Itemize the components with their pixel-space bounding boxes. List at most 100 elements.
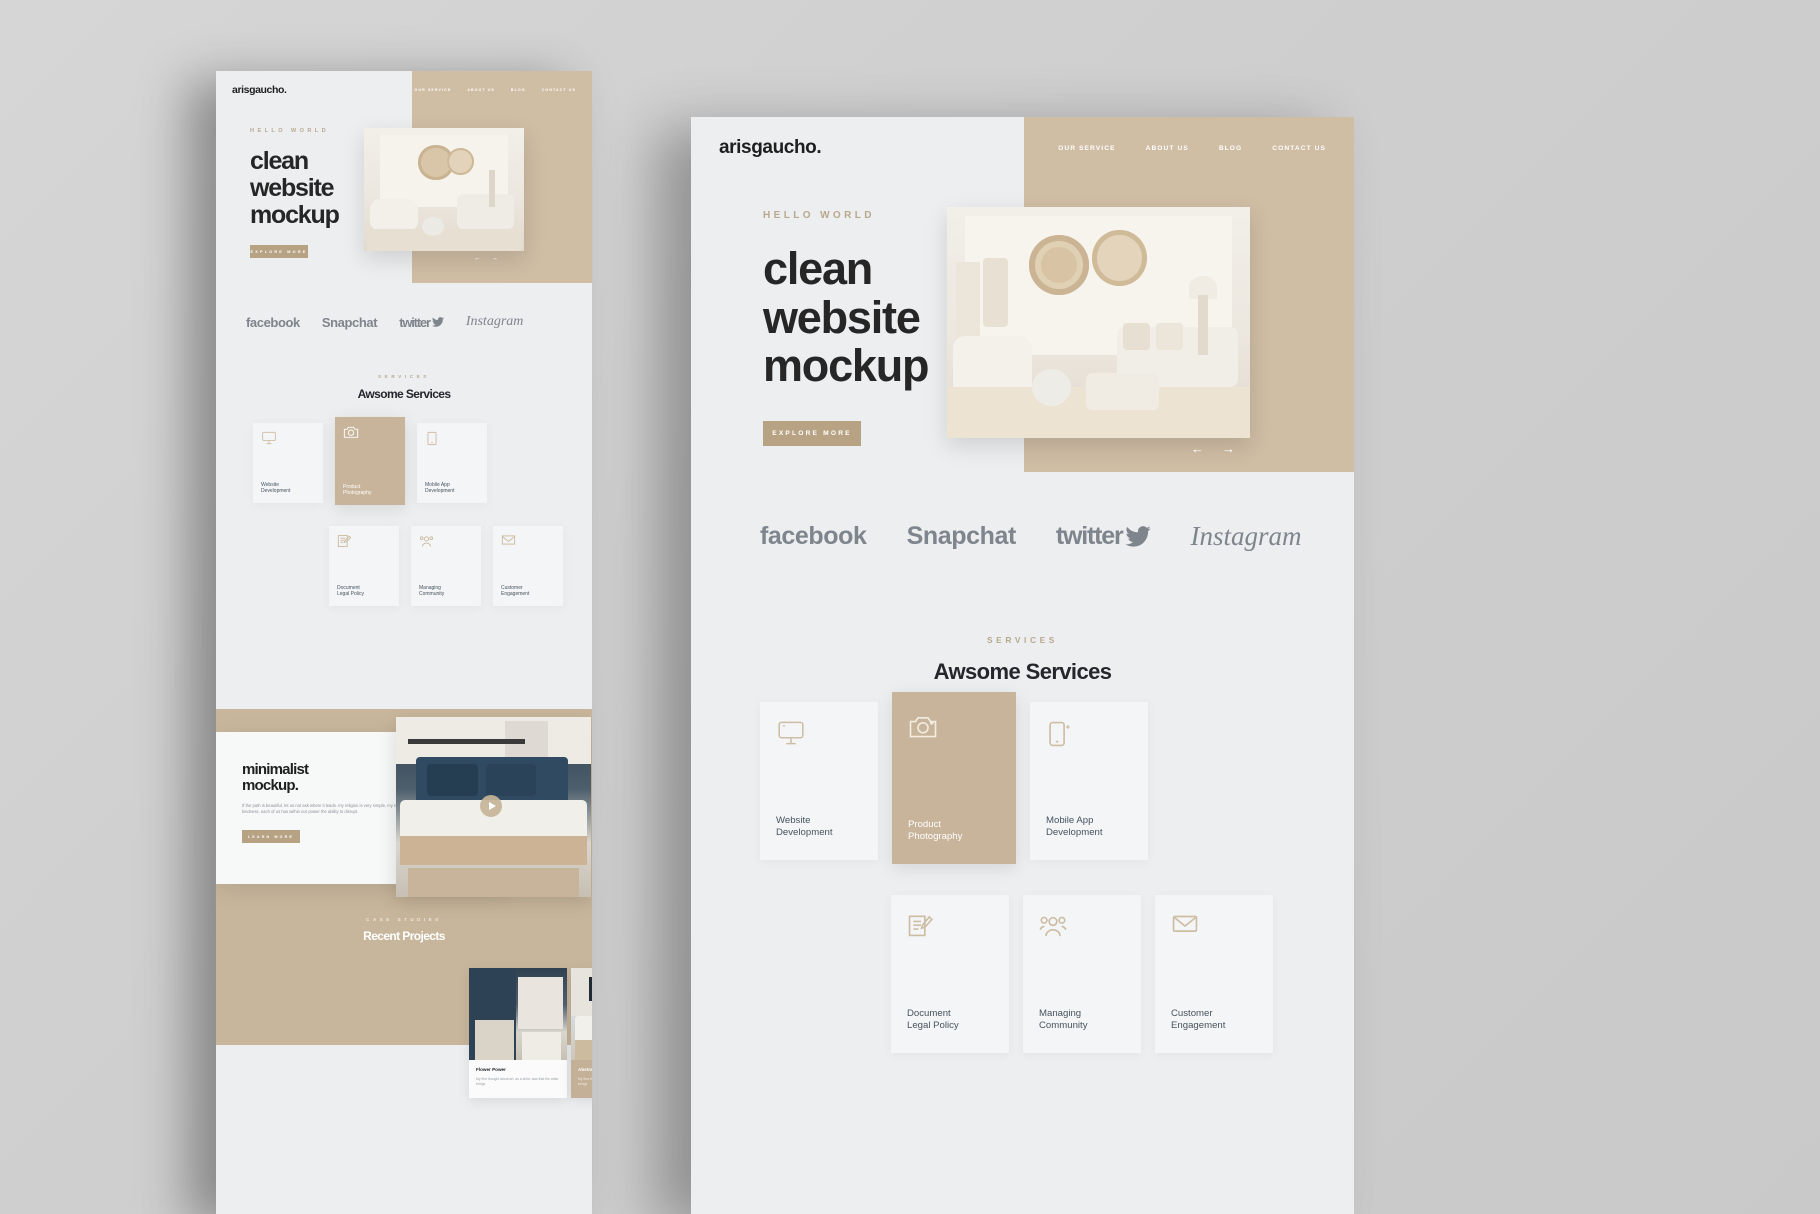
hero-eyebrow-large: HELLO WORLD	[763, 210, 875, 221]
social-instagram-large[interactable]: Instagram	[1191, 521, 1302, 552]
hero-photo-large	[947, 207, 1250, 438]
social-instagram[interactable]: Instagram	[466, 314, 524, 330]
hero-photo-image-large	[947, 207, 1250, 438]
service-label-line-2: Engagement	[1171, 1020, 1226, 1032]
service-label-line-2: Development	[1046, 827, 1103, 839]
community-icon	[419, 534, 473, 548]
mobile-icon-large	[1046, 720, 1132, 748]
projects-eyebrow-small: CASE STUDIES	[366, 917, 442, 922]
social-twitter-label: twitter	[399, 314, 431, 330]
service-card-label: Website Development	[261, 482, 315, 495]
project-thumbnail	[469, 968, 567, 1060]
logo[interactable]: arisgaucho.	[232, 84, 287, 96]
camera-icon-large	[908, 714, 1000, 739]
nav-item-contact-us-large[interactable]: CONTACT US	[1272, 145, 1326, 152]
service-card-document-legal-policy-large[interactable]: Document Legal Policy	[891, 895, 1009, 1053]
service-card-product-photography-large[interactable]: Product Photography	[892, 692, 1016, 864]
carousel-next-arrow-icon-large[interactable]: →	[1222, 442, 1235, 455]
service-label-line-1: Mobile App	[1046, 814, 1094, 826]
carousel-prev-arrow-icon[interactable]: ←	[474, 255, 481, 262]
service-label-line-1: Managing	[1039, 1007, 1082, 1019]
service-label-line-1: Mobile App	[425, 481, 450, 488]
service-label-line-1: Website	[776, 814, 811, 826]
service-card-website-development[interactable]: Website Development	[253, 423, 323, 503]
twitter-bird-icon-large	[1124, 526, 1151, 547]
social-facebook-large[interactable]: facebook	[760, 522, 867, 551]
services-row-2-small: Document Legal Policy Managing Community…	[329, 526, 563, 606]
service-card-product-photography[interactable]: Product Photography	[335, 417, 405, 505]
hero-title-line-2: website	[250, 174, 335, 202]
service-card-label-large: Mobile App Development	[1046, 815, 1132, 840]
minimalist-photo-small	[396, 717, 591, 897]
hero-title-line-1: clean	[250, 147, 309, 175]
project-name: Flower Power	[476, 1067, 506, 1072]
hero-title-line-1: clean	[763, 243, 873, 294]
hero-title-line-3: mockup	[763, 340, 930, 392]
service-card-label: Managing Community	[419, 585, 473, 598]
explore-more-button[interactable]: EXPLORE MORE	[250, 245, 308, 258]
service-card-label-large: Product Photography	[908, 819, 1000, 844]
nav-item-blog[interactable]: BLOG	[511, 88, 526, 92]
hero-carousel-arrows-small: ← →	[474, 255, 498, 262]
service-label-line-2: Community	[1039, 1020, 1088, 1032]
carousel-prev-arrow-icon-large[interactable]: ←	[1191, 442, 1204, 455]
service-label-line-2: Development	[776, 827, 833, 839]
service-label-line-2: Legal Policy	[907, 1020, 959, 1032]
project-desc: My first thought about art, as a child, …	[578, 1077, 592, 1087]
service-card-customer-engagement[interactable]: Customer Engagement	[493, 526, 563, 606]
service-label-line-1: Document	[907, 1007, 951, 1019]
play-video-button[interactable]	[480, 795, 502, 817]
social-twitter[interactable]: twitter	[399, 315, 444, 330]
nav-item-contact-us[interactable]: CONTACT US	[542, 88, 576, 92]
project-desc: My first thought about art, as a child, …	[476, 1077, 559, 1087]
service-label-line-1: Product	[908, 818, 942, 830]
service-label-line-1: Product	[343, 483, 361, 490]
project-thumbnail	[571, 968, 592, 1060]
nav-item-our-service-large[interactable]: OUR SERVICE	[1058, 145, 1115, 152]
envelope-icon-large	[1171, 913, 1257, 934]
service-card-managing-community[interactable]: Managing Community	[411, 526, 481, 606]
service-card-managing-community-large[interactable]: Managing Community	[1023, 895, 1141, 1053]
project-card-abstraction-project[interactable]: Abstraction Project My first thought abo…	[571, 968, 592, 1098]
service-label-line-1: Customer	[1171, 1007, 1213, 1019]
explore-more-button-large[interactable]: EXPLORE MORE	[763, 420, 861, 446]
project-name: Abstraction Project	[578, 1067, 592, 1072]
service-card-document-legal-policy[interactable]: Document Legal Policy	[329, 526, 399, 606]
social-facebook[interactable]: facebook	[246, 315, 300, 330]
service-label-line-2: Legal Policy	[337, 591, 364, 598]
service-label-line-1: Document	[337, 584, 360, 591]
service-card-label-large: Document Legal Policy	[907, 1008, 993, 1033]
nav-item-about-us[interactable]: ABOUT US	[467, 88, 495, 92]
social-twitter-label-large: twitter	[1055, 522, 1124, 550]
social-twitter-large[interactable]: twitter	[1056, 522, 1151, 551]
document-pen-icon-large	[907, 913, 993, 940]
main-nav: OUR SERVICE ABOUT US BLOG CONTACT US	[415, 88, 576, 92]
nav-item-about-us-large[interactable]: ABOUT US	[1146, 145, 1189, 152]
service-card-mobile-app-development-large[interactable]: Mobile App Development	[1030, 702, 1148, 860]
nav-item-our-service[interactable]: OUR SERVICE	[415, 88, 452, 92]
service-card-website-development-large[interactable]: Website Development	[760, 702, 878, 860]
service-label-line-2: Community	[419, 591, 445, 598]
social-logos-large: facebook Snapchat twitter Instagram	[760, 521, 1302, 552]
service-card-customer-engagement-large[interactable]: Customer Engagement	[1155, 895, 1273, 1053]
learn-more-button[interactable]: LEARN MORE	[242, 830, 300, 844]
service-label-line-1: Customer	[501, 584, 523, 591]
social-snapchat[interactable]: Snapchat	[322, 315, 378, 330]
projects-title-small: Recent Projects	[363, 929, 445, 943]
logo-large[interactable]: arisgaucho.	[719, 137, 822, 159]
hero-photo	[364, 128, 524, 251]
services-title-small: Awsome Services	[357, 387, 451, 401]
services-row-2-large: Document Legal Policy Managing Community…	[891, 895, 1273, 1053]
services-eyebrow-small: SERVICES	[378, 374, 430, 379]
service-label-line-2: Photography	[343, 490, 372, 497]
service-label-line-2: Photography	[908, 831, 963, 843]
site-header-large: arisgaucho. OUR SERVICE ABOUT US BLOG CO…	[691, 117, 1354, 179]
social-snapchat-large[interactable]: Snapchat	[907, 522, 1017, 551]
nav-item-blog-large[interactable]: BLOG	[1219, 145, 1242, 152]
mockup-page-large: arisgaucho. OUR SERVICE ABOUT US BLOG CO…	[691, 117, 1354, 1214]
carousel-next-arrow-icon[interactable]: →	[491, 255, 498, 262]
monitor-icon	[261, 431, 315, 445]
service-card-mobile-app-development[interactable]: Mobile App Development	[417, 423, 487, 503]
project-card-flower-power[interactable]: Flower Power My first thought about art,…	[469, 968, 567, 1098]
services-row-1-large: Website Development Product Photography …	[760, 692, 1148, 864]
